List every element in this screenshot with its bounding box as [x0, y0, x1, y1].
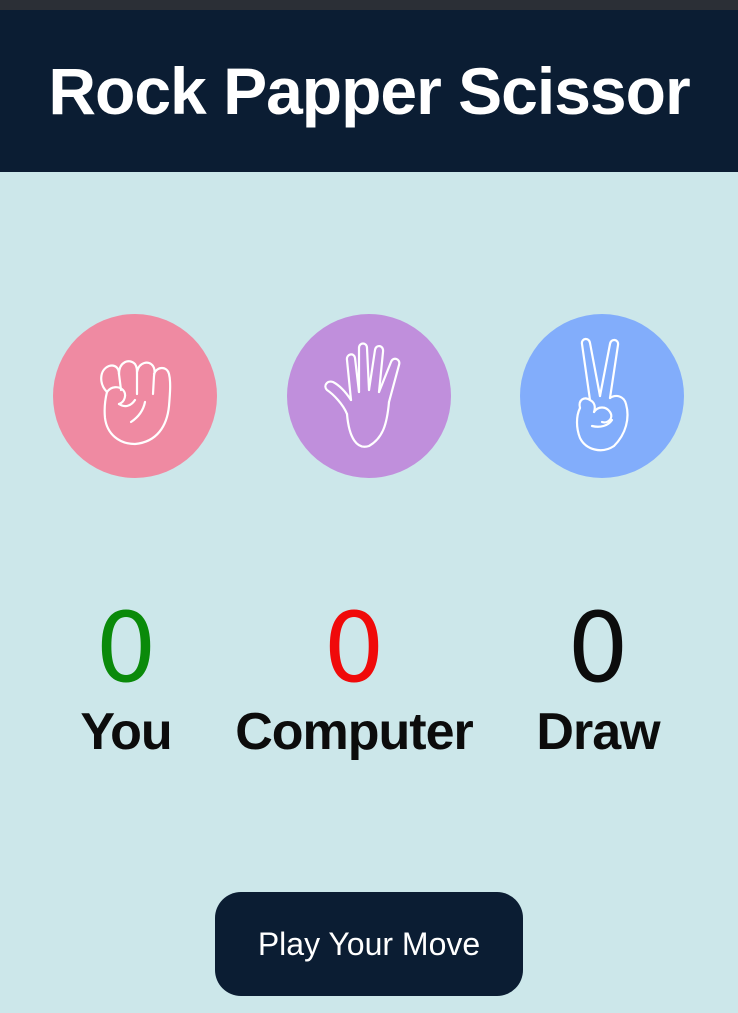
score-draw: 0 Draw — [478, 600, 718, 762]
rock-choice-button[interactable] — [53, 314, 217, 478]
scissor-choice-button[interactable] — [520, 314, 684, 478]
paper-choice-button[interactable] — [287, 314, 451, 478]
score-draw-label: Draw — [536, 703, 660, 761]
status-bar — [0, 0, 738, 10]
victory-hand-icon — [575, 337, 629, 452]
open-hand-icon — [324, 342, 401, 448]
score-computer: 0 Computer — [234, 600, 474, 762]
score-computer-value: 0 — [323, 592, 385, 704]
app-header: Rock Papper Scissor — [0, 10, 738, 172]
fist-icon — [100, 360, 172, 446]
score-you-value: 0 — [95, 592, 157, 704]
play-move-button[interactable]: Play Your Move — [215, 892, 523, 996]
page-title: Rock Papper Scissor — [48, 54, 690, 128]
score-draw-value: 0 — [567, 592, 629, 704]
score-you: 0 You — [6, 600, 246, 762]
score-you-label: You — [80, 703, 172, 761]
score-computer-label: Computer — [235, 703, 474, 761]
